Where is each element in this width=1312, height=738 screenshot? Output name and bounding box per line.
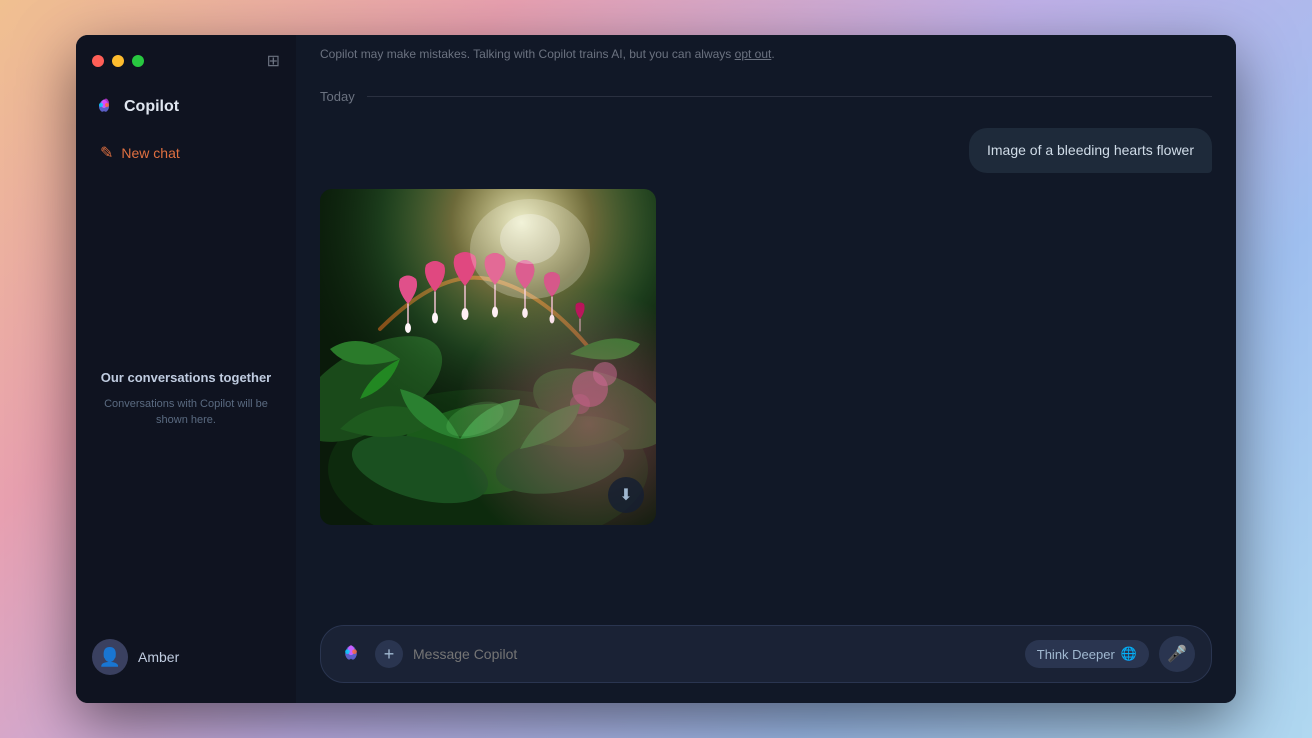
download-icon: ⬇	[619, 485, 632, 505]
disclaimer-text: Copilot may make mistakes. Talking with …	[320, 47, 735, 61]
app-window: ⊞ Copilot ✎ New chat Our conversations	[76, 35, 1236, 703]
conversations-section: Our conversations together Conversations…	[76, 353, 296, 444]
main-content: Copilot may make mistakes. Talking with …	[296, 35, 1236, 703]
input-container: + Think Deeper 🌐 🎤	[320, 625, 1212, 683]
sidebar: ⊞ Copilot ✎ New chat Our conversations	[76, 35, 296, 703]
user-message-text: Image of a bleeding hearts flower	[987, 142, 1194, 158]
microphone-button[interactable]: 🎤	[1159, 636, 1195, 672]
copilot-logo	[92, 95, 116, 119]
brand-name: Copilot	[124, 98, 179, 116]
message-input[interactable]	[413, 646, 1015, 662]
maximize-button[interactable]	[132, 55, 144, 67]
conversations-subtitle: Conversations with Copilot will be shown…	[92, 396, 280, 429]
think-deeper-label: Think Deeper	[1037, 647, 1115, 662]
minimize-button[interactable]	[112, 55, 124, 67]
date-line	[367, 96, 1212, 97]
brand: Copilot	[76, 87, 296, 135]
opt-out-link[interactable]: opt out	[735, 47, 772, 61]
image-wrapper: ⬇	[320, 189, 656, 525]
sidebar-toggle-icon[interactable]: ⊞	[267, 51, 280, 71]
disclaimer-end: .	[771, 47, 774, 61]
input-copilot-logo	[337, 640, 365, 668]
window-controls: ⊞	[76, 51, 296, 87]
user-message: Image of a bleeding hearts flower	[320, 128, 1212, 173]
think-deeper-button[interactable]: Think Deeper 🌐	[1025, 640, 1149, 668]
chat-area: Today Image of a bleeding hearts flower	[296, 73, 1236, 613]
sidebar-spacer-2	[76, 445, 296, 627]
input-area: + Think Deeper 🌐 🎤	[296, 613, 1236, 703]
avatar[interactable]: 👤	[92, 639, 128, 675]
download-button[interactable]: ⬇	[608, 477, 644, 513]
new-chat-button[interactable]: ✎ New chat	[84, 135, 288, 171]
user-message-bubble: Image of a bleeding hearts flower	[969, 128, 1212, 173]
date-divider: Today	[320, 89, 1212, 104]
date-label: Today	[320, 89, 355, 104]
conversations-title: Our conversations together	[92, 369, 280, 387]
sidebar-spacer	[76, 171, 296, 353]
new-chat-icon: ✎	[100, 143, 113, 163]
disclaimer-bar: Copilot may make mistakes. Talking with …	[296, 35, 1236, 73]
user-name: Amber	[138, 649, 179, 665]
messages-container: Image of a bleeding hearts flower	[320, 128, 1212, 525]
user-section: 👤 Amber	[76, 627, 296, 687]
avatar-icon: 👤	[99, 647, 121, 668]
think-deeper-icon: 🌐	[1121, 646, 1137, 662]
microphone-icon: 🎤	[1167, 644, 1187, 664]
close-button[interactable]	[92, 55, 104, 67]
add-attachment-button[interactable]: +	[375, 640, 403, 668]
ai-message: ⬇	[320, 189, 1212, 525]
plus-icon: +	[384, 644, 395, 665]
new-chat-label: New chat	[121, 145, 179, 161]
generated-image	[320, 189, 656, 525]
